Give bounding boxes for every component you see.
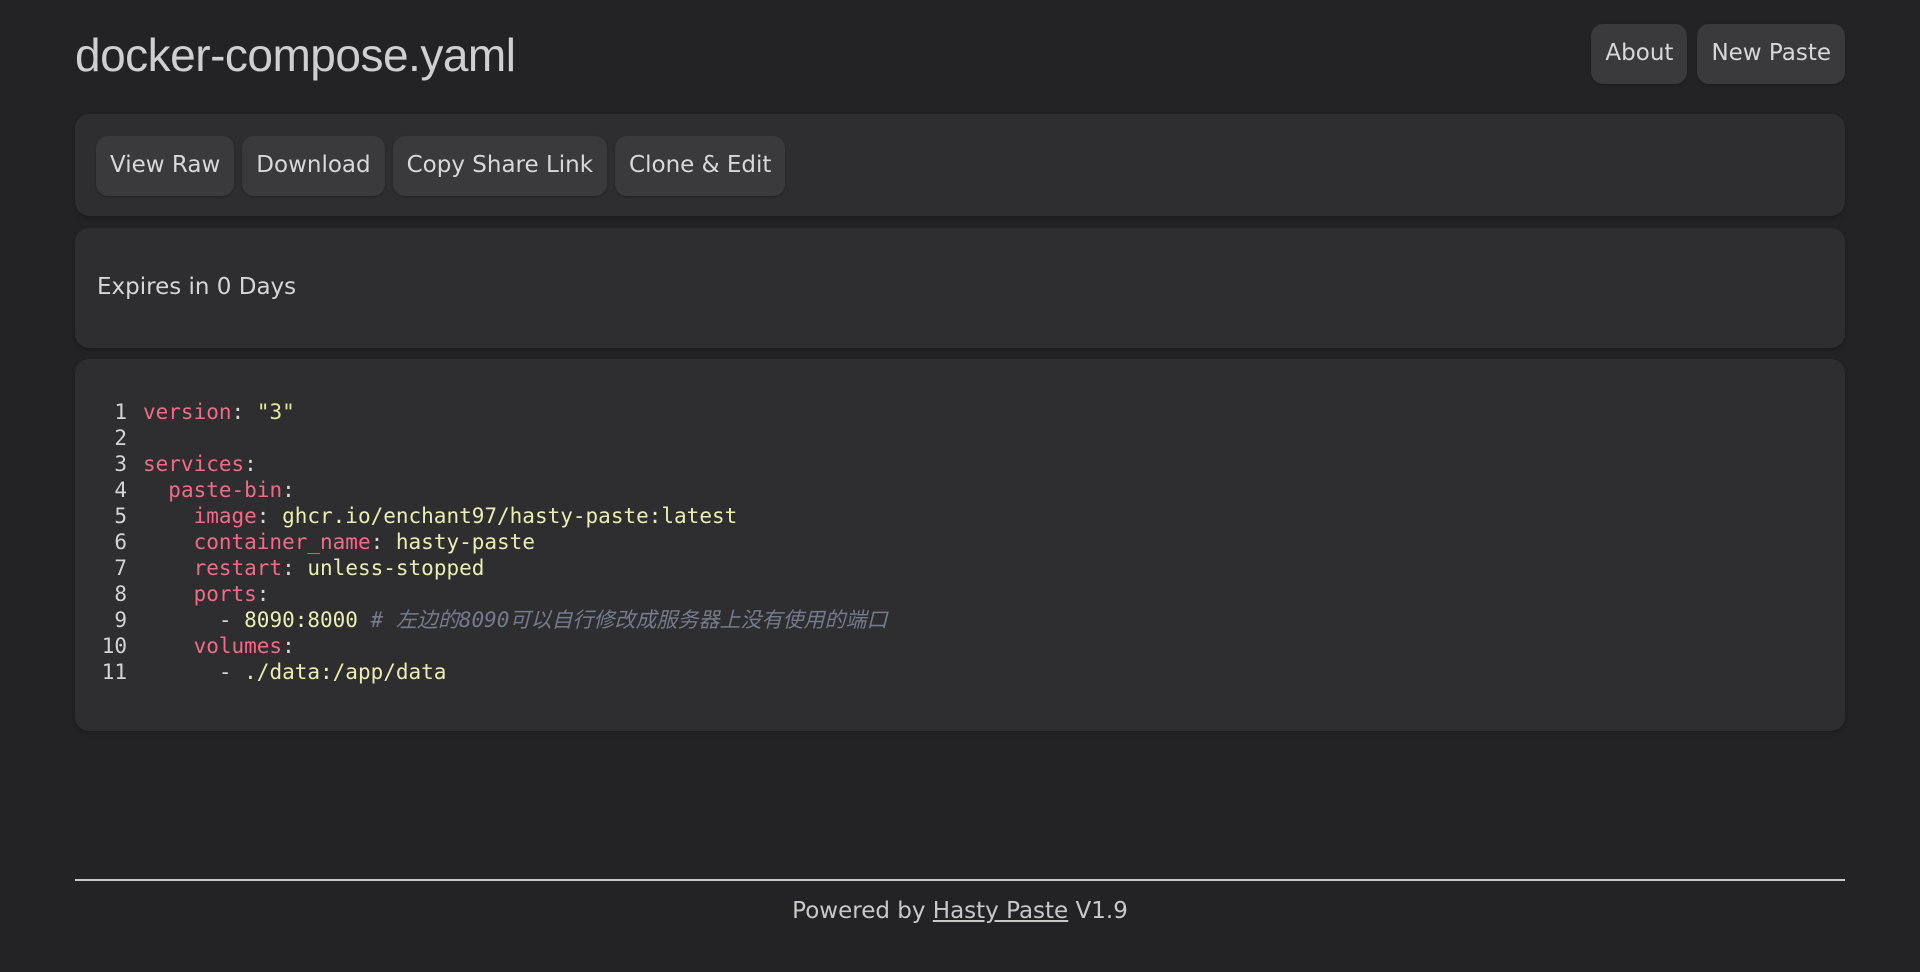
yaml-value: hasty-paste (395, 530, 535, 554)
line-content: container_name: hasty-paste (143, 529, 535, 555)
yaml-separator: : (256, 582, 270, 606)
code-line: 3 services: (97, 451, 887, 477)
yaml-key: paste-bin (168, 478, 283, 502)
top-nav: About New Paste (1591, 24, 1845, 84)
page: docker-compose.yaml About New Paste View… (0, 0, 1920, 972)
line-number: 10 (101, 634, 127, 658)
code-line: 8 ports: (97, 581, 887, 607)
line-number: 6 (114, 530, 127, 554)
yaml-key: ports (193, 582, 257, 606)
yaml-comment: # 左边的8090可以自行修改成服务器上没有使用的端口 (357, 608, 888, 632)
code-line: 5 image: ghcr.io/enchant97/hasty-paste:l… (97, 503, 887, 529)
footer-version: V1.9 (1068, 898, 1128, 924)
code-line: 6 container_name: hasty-paste (97, 529, 887, 555)
yaml-value: ./data:/app/data (244, 660, 447, 684)
line-content: ports: (143, 581, 270, 607)
line-content: - ./data:/app/data (143, 659, 447, 685)
yaml-key: volumes (193, 634, 283, 658)
yaml-separator: - (218, 660, 245, 684)
line-number: 2 (114, 426, 127, 450)
about-button[interactable]: About (1591, 24, 1688, 84)
code-line: 9 - 8090:8000 # 左边的8090可以自行修改成服务器上没有使用的端… (97, 607, 887, 633)
expiry-panel: Expires in 0 Days (75, 228, 1845, 348)
header: docker-compose.yaml About New Paste (75, 24, 1845, 86)
yaml-key: version (143, 400, 232, 424)
yaml-separator: : (256, 504, 283, 528)
footer: Powered by Hasty Paste V1.9 (0, 898, 1920, 924)
code-block[interactable]: 1 version: "3" 2 3 services: 4 paste-bin: 5 im… (97, 399, 888, 685)
line-content: volumes: (143, 633, 295, 659)
expiry-text: Expires in 0 Days (97, 274, 297, 300)
code-line: 7 restart: unless-stopped (97, 555, 887, 581)
line-number: 4 (114, 478, 127, 502)
yaml-separator: : (282, 556, 308, 580)
line-content: services: (143, 451, 257, 477)
line-content: version: "3" (143, 399, 295, 425)
code-line: 4 paste-bin: (97, 477, 887, 503)
line-number: 8 (114, 582, 127, 606)
yaml-separator: : (282, 478, 295, 502)
code-line: 11 - ./data:/app/data (97, 659, 887, 685)
code-panel: 1 version: "3" 2 3 services: 4 paste-bin: 5 im… (75, 359, 1845, 731)
line-number: 9 (114, 608, 127, 632)
copy-share-link-button[interactable]: Copy Share Link (392, 136, 608, 196)
yaml-value: 8090:8000 (244, 608, 358, 632)
yaml-separator: : (370, 530, 396, 554)
line-content: restart: unless-stopped (143, 555, 485, 581)
line-number: 11 (101, 660, 127, 684)
code-line: 10 volumes: (97, 633, 887, 659)
hasty-paste-link[interactable]: Hasty Paste (933, 898, 1068, 924)
yaml-separator: : (244, 452, 257, 476)
line-content: - 8090:8000 # 左边的8090可以自行修改成服务器上没有使用的端口 (143, 607, 888, 633)
code-line: 1 version: "3" (97, 399, 887, 425)
line-number: 1 (114, 400, 127, 424)
line-content: image: ghcr.io/enchant97/hasty-paste:lat… (143, 503, 738, 529)
code-line: 2 (97, 425, 887, 451)
line-number: 3 (114, 452, 127, 476)
yaml-separator: : (231, 400, 257, 424)
yaml-value: unless-stopped (307, 556, 485, 580)
yaml-value: ghcr.io/enchant97/hasty-paste:latest (282, 504, 738, 528)
yaml-separator: - (218, 608, 245, 632)
yaml-separator: : (282, 634, 295, 658)
view-raw-button[interactable]: View Raw (96, 136, 235, 196)
yaml-value: "3" (256, 400, 295, 424)
clone-edit-button[interactable]: Clone & Edit (615, 136, 786, 196)
footer-divider (75, 879, 1845, 881)
yaml-key: services (143, 452, 245, 476)
download-button[interactable]: Download (242, 136, 385, 196)
footer-prefix: Powered by (792, 898, 933, 924)
line-number: 5 (114, 504, 127, 528)
paste-toolbar: View Raw Download Copy Share Link Clone … (75, 114, 1845, 216)
new-paste-button[interactable]: New Paste (1697, 24, 1845, 84)
line-number: 7 (114, 556, 127, 580)
yaml-key: restart (193, 556, 283, 580)
line-content: paste-bin: (143, 477, 295, 503)
page-title: docker-compose.yaml (75, 29, 516, 81)
yaml-key: image (193, 504, 257, 528)
yaml-key: container_name (193, 530, 371, 554)
